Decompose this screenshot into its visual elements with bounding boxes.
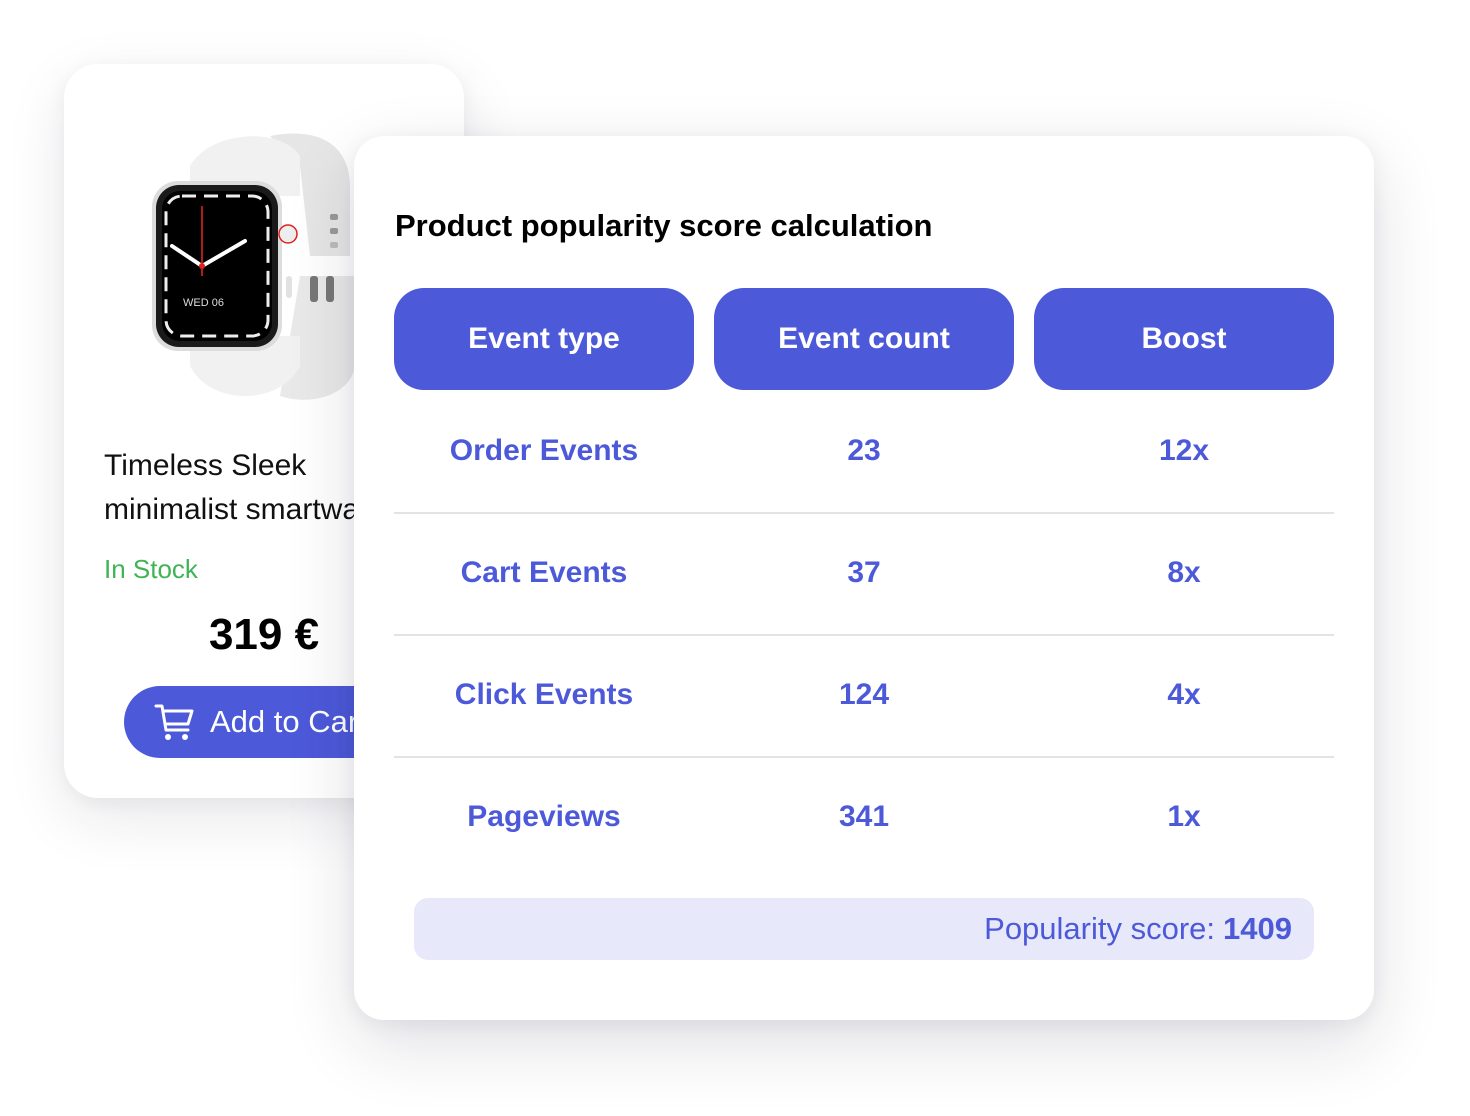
column-header-event-count: Event count — [714, 288, 1014, 390]
product-image: WED 06 — [150, 126, 370, 406]
popularity-score-total: Popularity score: 1409 — [414, 898, 1314, 960]
table-row: Pageviews 341 1x — [394, 756, 1334, 878]
boost-cell: 4x — [1167, 678, 1201, 711]
cart-icon — [154, 704, 194, 740]
event-count-cell: 37 — [847, 556, 881, 589]
column-header-event-type: Event type — [394, 288, 694, 390]
event-count-cell: 23 — [847, 434, 881, 467]
total-label: Popularity score: — [984, 911, 1216, 946]
smartwatch-icon: WED 06 — [152, 133, 355, 400]
table-row: Order Events 23 12x — [394, 390, 1334, 512]
event-type-cell: Click Events — [454, 678, 634, 711]
boost-cell: 12x — [1158, 434, 1210, 467]
boost-cell: 8x — [1167, 556, 1201, 589]
score-card-title: Product popularity score calculation — [395, 208, 933, 243]
popularity-score-card: Product popularity score calculation Eve… — [354, 136, 1374, 1020]
event-type-cell: Order Events — [449, 434, 639, 467]
event-count-cell: 124 — [838, 678, 890, 711]
column-header-boost: Boost — [1034, 288, 1334, 390]
table-row: Cart Events 37 8x — [394, 512, 1334, 634]
table-row: Click Events 124 4x — [394, 634, 1334, 756]
stock-status: In Stock — [104, 554, 198, 584]
total-value: 1409 — [1223, 911, 1292, 946]
boost-cell: 1x — [1167, 800, 1201, 833]
event-type-cell: Pageviews — [467, 800, 621, 833]
event-type-cell: Cart Events — [460, 556, 628, 589]
event-count-cell: 341 — [838, 800, 890, 833]
svg-text:WED 06: WED 06 — [183, 297, 224, 309]
add-to-cart-label: Add to Cart — [210, 704, 367, 739]
